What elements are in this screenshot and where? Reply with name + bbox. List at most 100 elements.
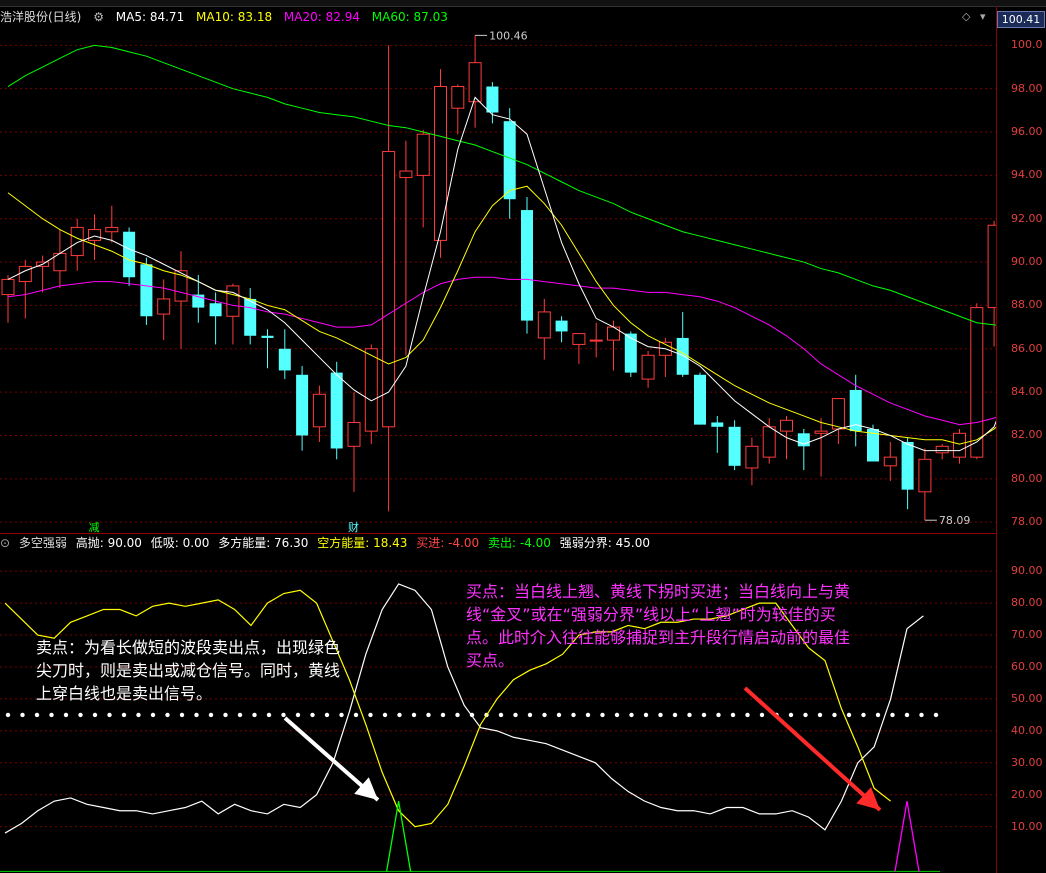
indicator-tick-label: 30.00 [1011,755,1043,769]
candle-body [883,456,897,467]
candle-body [296,374,309,436]
settings-icon[interactable]: ⊙ [0,536,10,550]
candle-body [503,121,516,200]
indicator-tick-label: 50.00 [1011,691,1043,705]
boundary-dot [63,712,69,718]
boundary-dot [49,712,54,718]
sell-point-note: 卖点：为看长做短的波段卖出点，出现绿色尖刀时，则是卖出或减仓信号。同时，黄线上穿… [36,638,341,703]
boundary-dot [295,712,301,718]
boundary-dot [324,712,330,718]
candle-body [970,307,984,458]
candle-body [416,133,430,176]
candle-body [364,348,378,432]
boundary-dot [165,712,170,718]
candle-body [434,86,447,241]
boundary-dot [310,712,315,718]
diamond-icon[interactable]: ◇ [962,10,970,23]
boundary-dot [368,712,373,718]
boundary-dot [513,712,518,718]
gear-icon[interactable]: ⚙ [93,10,104,24]
boundary-dot [542,712,547,718]
boundary-value: 强弱分界: 45.00 [559,536,650,550]
boundary-dot [904,712,910,718]
boundary-dot [498,712,504,718]
candle-body [745,445,759,469]
candle-body [953,432,966,458]
candle-body [521,210,533,321]
buy-arrow-shaft [743,686,882,812]
candle-body [607,326,620,341]
event-reduce-marker: 减 [89,521,100,533]
boundary-dot [107,712,112,718]
boundary-dot [614,712,620,718]
candle-body [641,354,655,380]
boundary-dot [890,712,895,718]
indicator-tick-label: 60.00 [1011,659,1043,673]
stock-name[interactable]: 浩洋股份(日线) [0,10,81,24]
ma20-label: MA20: 82.94 [283,10,360,24]
candle-body [123,231,136,278]
indicator-tick-label: 80.00 [1011,596,1043,610]
boundary-dot [411,712,417,718]
boundary-dot [556,712,562,718]
boundary-dot [397,712,402,718]
candle-body [676,337,689,375]
price-tick-label: 84.00 [1011,385,1043,399]
boundary-dot [339,712,344,718]
low-buy-value: 低吸: 0.00 [150,536,210,550]
boundary-dot [194,712,199,718]
boundary-dot [745,712,750,718]
candle-body [330,372,343,449]
candle-body [814,430,828,434]
candle-body [486,86,499,113]
candle-body [140,264,153,317]
candle-body [555,320,568,332]
sell-spike [385,801,412,872]
indicator-header: ⊙ 多空强弱 高抛: 90.00 低吸: 0.00 多方能量: 76.30 空方… [0,534,996,552]
boundary-dot [585,712,591,718]
price-tick-label: 82.00 [1011,428,1043,442]
boundary-dot [440,712,446,718]
buy-value: 买进: -4.00 [416,536,480,550]
candle-body [987,224,996,309]
candle-body [157,298,171,315]
boundary-dot [643,712,649,718]
boundary-dot [600,712,605,718]
price-tick-label: 86.00 [1011,341,1043,355]
price-tick-label: 92.00 [1011,211,1043,225]
ma20-line [7,276,996,426]
bull-energy-value: 多方能量: 76.30 [218,536,309,550]
boundary-dot [237,712,243,718]
candle-body [831,398,845,430]
candle-body [399,170,413,179]
boundary-dot [861,712,866,718]
boundary-dot [281,712,286,718]
chevron-down-icon[interactable]: ▾ [980,10,986,23]
indicator-name[interactable]: 多空强弱 [19,536,67,550]
candle-body [312,393,326,428]
boundary-dot [658,712,663,718]
candle-body [347,421,361,447]
indicator-tick-label: 40.00 [1011,723,1043,737]
boundary-dot [426,712,431,718]
bear-energy-value: 空方能量: 18.43 [317,536,408,550]
indicator-axis: 90.00 80.00 70.00 60.00 50.00 40.00 30.00 20.00… [997,534,1046,873]
candle-body [762,426,776,458]
candle-body [537,311,551,339]
buy-arrow [743,686,882,812]
candle-body [728,426,741,466]
boundary-dot [5,712,11,718]
boundary-dot [571,712,576,718]
indicator-tick-label: 70.00 [1011,628,1043,642]
boundary-dot [759,712,765,718]
boundary-dot [716,712,721,718]
boundary-dot [20,712,25,718]
price-chart[interactable]: 100.46 78.09 减 财 [0,28,996,533]
ma10-label: MA10: 83.18 [196,10,273,24]
boundary-dot [78,712,83,718]
high-sell-value: 高抛: 90.00 [75,536,142,550]
candle-body [780,419,793,432]
boundary-dot [672,712,678,718]
boundary-dot [832,712,837,718]
candle-body [88,229,101,241]
